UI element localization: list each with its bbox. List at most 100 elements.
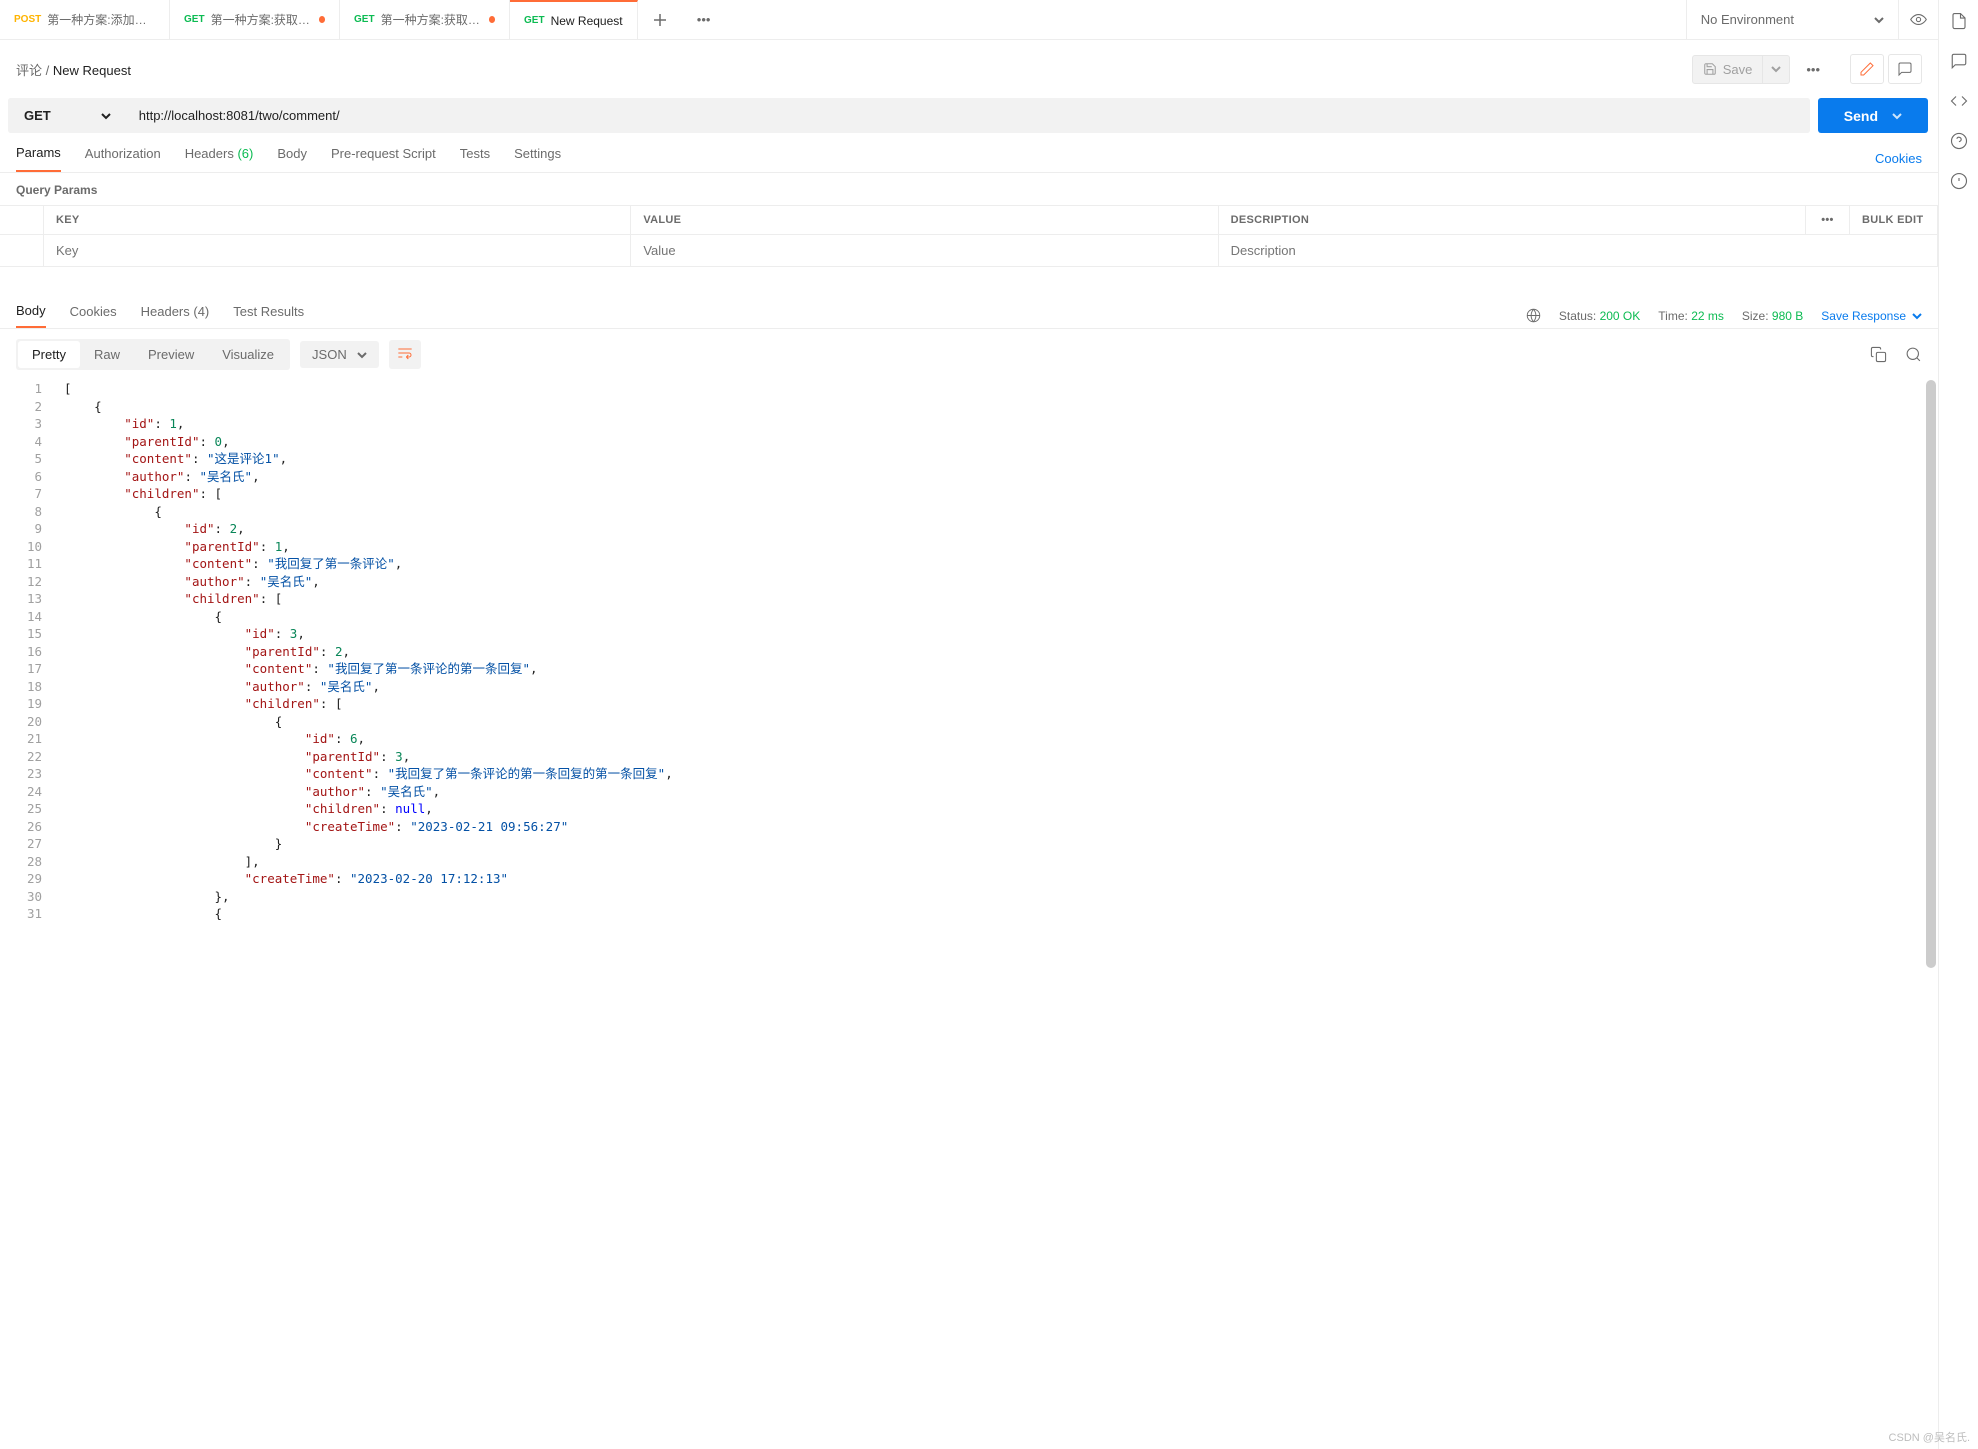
code-icon[interactable] bbox=[1950, 92, 1968, 110]
ellipsis-icon: ••• bbox=[1806, 62, 1820, 77]
format-selector[interactable]: JSON bbox=[300, 341, 379, 368]
watermark: CSDN @吴名氏. bbox=[1889, 1429, 1970, 1445]
code-line: 5 "content": "这是评论1", bbox=[0, 450, 1938, 468]
response-body-viewer[interactable]: 1[2 {3 "id": 1,4 "parentId": 0,5 "conten… bbox=[0, 380, 1938, 1449]
pencil-icon bbox=[1859, 61, 1875, 77]
tab-response-headers[interactable]: Headers (4) bbox=[141, 304, 210, 327]
url-input[interactable] bbox=[127, 98, 1810, 133]
tab-response-body[interactable]: Body bbox=[16, 303, 46, 328]
tab-response-cookies[interactable]: Cookies bbox=[70, 304, 117, 327]
right-sidebar bbox=[1938, 0, 1978, 1449]
wrap-lines-button[interactable] bbox=[389, 340, 421, 369]
query-params-title: Query Params bbox=[0, 173, 1938, 205]
code-line: 7 "children": [ bbox=[0, 485, 1938, 503]
environment-selector[interactable]: No Environment bbox=[1686, 0, 1898, 39]
col-actions[interactable]: ••• bbox=[1806, 206, 1850, 235]
send-button[interactable]: Send bbox=[1818, 98, 1928, 133]
key-input[interactable] bbox=[56, 243, 618, 258]
code-line: 8 { bbox=[0, 503, 1938, 521]
ellipsis-icon: ••• bbox=[697, 12, 711, 27]
tab-tests[interactable]: Tests bbox=[460, 146, 490, 171]
eye-icon bbox=[1910, 11, 1927, 28]
document-icon[interactable] bbox=[1950, 12, 1968, 30]
tab-2[interactable]: GET 第一种方案:获取回复 bbox=[340, 0, 510, 39]
tab-settings[interactable]: Settings bbox=[514, 146, 561, 171]
breadcrumb[interactable]: 评论 / New Request bbox=[16, 60, 131, 79]
comment-icon bbox=[1897, 61, 1913, 77]
save-button[interactable]: Save bbox=[1692, 55, 1764, 84]
code-line: 24 "author": "吴名氏", bbox=[0, 783, 1938, 801]
code-line: 18 "author": "吴名氏", bbox=[0, 678, 1938, 696]
method-badge: POST bbox=[14, 14, 41, 25]
save-response-button[interactable]: Save Response bbox=[1821, 309, 1922, 323]
unsaved-dot-icon bbox=[319, 16, 325, 23]
method-badge: GET bbox=[184, 14, 205, 25]
tab-prerequest[interactable]: Pre-request Script bbox=[331, 146, 436, 171]
environment-label: No Environment bbox=[1701, 12, 1794, 27]
globe-icon[interactable] bbox=[1526, 308, 1541, 323]
code-line: 11 "content": "我回复了第一条评论", bbox=[0, 555, 1938, 573]
environment-quicklook-button[interactable] bbox=[1898, 0, 1938, 39]
code-line: 20 { bbox=[0, 713, 1938, 731]
tab-0[interactable]: POST 第一种方案:添加评论或者 bbox=[0, 0, 170, 39]
tab-test-results[interactable]: Test Results bbox=[233, 304, 304, 327]
tab-1[interactable]: GET 第一种方案:获取评论 bbox=[170, 0, 340, 39]
code-line: 22 "parentId": 3, bbox=[0, 748, 1938, 766]
comments-button[interactable] bbox=[1888, 54, 1922, 84]
code-line: 30 }, bbox=[0, 888, 1938, 906]
comment-icon[interactable] bbox=[1950, 52, 1968, 70]
save-dropdown[interactable] bbox=[1763, 55, 1790, 84]
code-line: 29 "createTime": "2023-02-20 17:12:13" bbox=[0, 870, 1938, 888]
plus-icon bbox=[653, 13, 667, 27]
tab-headers[interactable]: Headers (6) bbox=[185, 146, 254, 171]
code-line: 6 "author": "吴名氏", bbox=[0, 468, 1938, 486]
new-tab-button[interactable] bbox=[638, 0, 682, 39]
view-pretty[interactable]: Pretty bbox=[18, 341, 80, 368]
view-mode-group: Pretty Raw Preview Visualize bbox=[16, 339, 290, 370]
related-icon[interactable] bbox=[1950, 172, 1968, 190]
tab-bar: POST 第一种方案:添加评论或者 GET 第一种方案:获取评论 GET 第一种… bbox=[0, 0, 1938, 40]
tab-menu-button[interactable]: ••• bbox=[682, 0, 726, 39]
copy-icon[interactable] bbox=[1870, 346, 1887, 363]
tab-label: 第一种方案:获取回复 bbox=[381, 11, 483, 28]
code-line: 28 ], bbox=[0, 853, 1938, 871]
unsaved-dot-icon bbox=[489, 16, 495, 23]
cookies-link[interactable]: Cookies bbox=[1875, 151, 1922, 166]
code-line: 12 "author": "吴名氏", bbox=[0, 573, 1938, 591]
code-line: 14 { bbox=[0, 608, 1938, 626]
view-visualize[interactable]: Visualize bbox=[208, 341, 288, 368]
save-icon bbox=[1703, 62, 1717, 76]
col-key: KEY bbox=[44, 206, 631, 235]
response-tabs: Body Cookies Headers (4) Test Results St… bbox=[0, 293, 1938, 329]
tab-label: 第一种方案:添加评论或者 bbox=[47, 11, 155, 28]
code-line: 17 "content": "我回复了第一条评论的第一条回复", bbox=[0, 660, 1938, 678]
code-line: 23 "content": "我回复了第一条评论的第一条回复的第一条回复", bbox=[0, 765, 1938, 783]
method-badge: GET bbox=[354, 14, 375, 25]
chevron-down-icon bbox=[357, 350, 367, 360]
code-line: 21 "id": 6, bbox=[0, 730, 1938, 748]
request-tabs: Params Authorization Headers (6) Body Pr… bbox=[0, 133, 1938, 173]
code-line: 3 "id": 1, bbox=[0, 415, 1938, 433]
description-input[interactable] bbox=[1231, 243, 1925, 258]
col-value: VALUE bbox=[631, 206, 1218, 235]
search-icon[interactable] bbox=[1905, 346, 1922, 363]
view-preview[interactable]: Preview bbox=[134, 341, 208, 368]
view-raw[interactable]: Raw bbox=[80, 341, 134, 368]
scrollbar-thumb[interactable] bbox=[1926, 380, 1936, 968]
code-line: 10 "parentId": 1, bbox=[0, 538, 1938, 556]
tab-params[interactable]: Params bbox=[16, 145, 61, 172]
value-input[interactable] bbox=[643, 243, 1205, 258]
tab-body[interactable]: Body bbox=[277, 146, 307, 171]
request-options-button[interactable]: ••• bbox=[1798, 56, 1828, 83]
method-selector[interactable]: GET bbox=[8, 98, 127, 133]
code-line: 31 { bbox=[0, 905, 1938, 923]
info-icon[interactable] bbox=[1950, 132, 1968, 150]
chevron-down-icon bbox=[1874, 15, 1884, 25]
wrap-icon bbox=[397, 346, 413, 360]
bulk-edit-button[interactable]: Bulk Edit bbox=[1850, 206, 1938, 235]
tab-3[interactable]: GET New Request bbox=[510, 0, 638, 39]
tab-authorization[interactable]: Authorization bbox=[85, 146, 161, 171]
documentation-button[interactable] bbox=[1850, 54, 1884, 84]
code-line: 19 "children": [ bbox=[0, 695, 1938, 713]
code-line: 1[ bbox=[0, 380, 1938, 398]
